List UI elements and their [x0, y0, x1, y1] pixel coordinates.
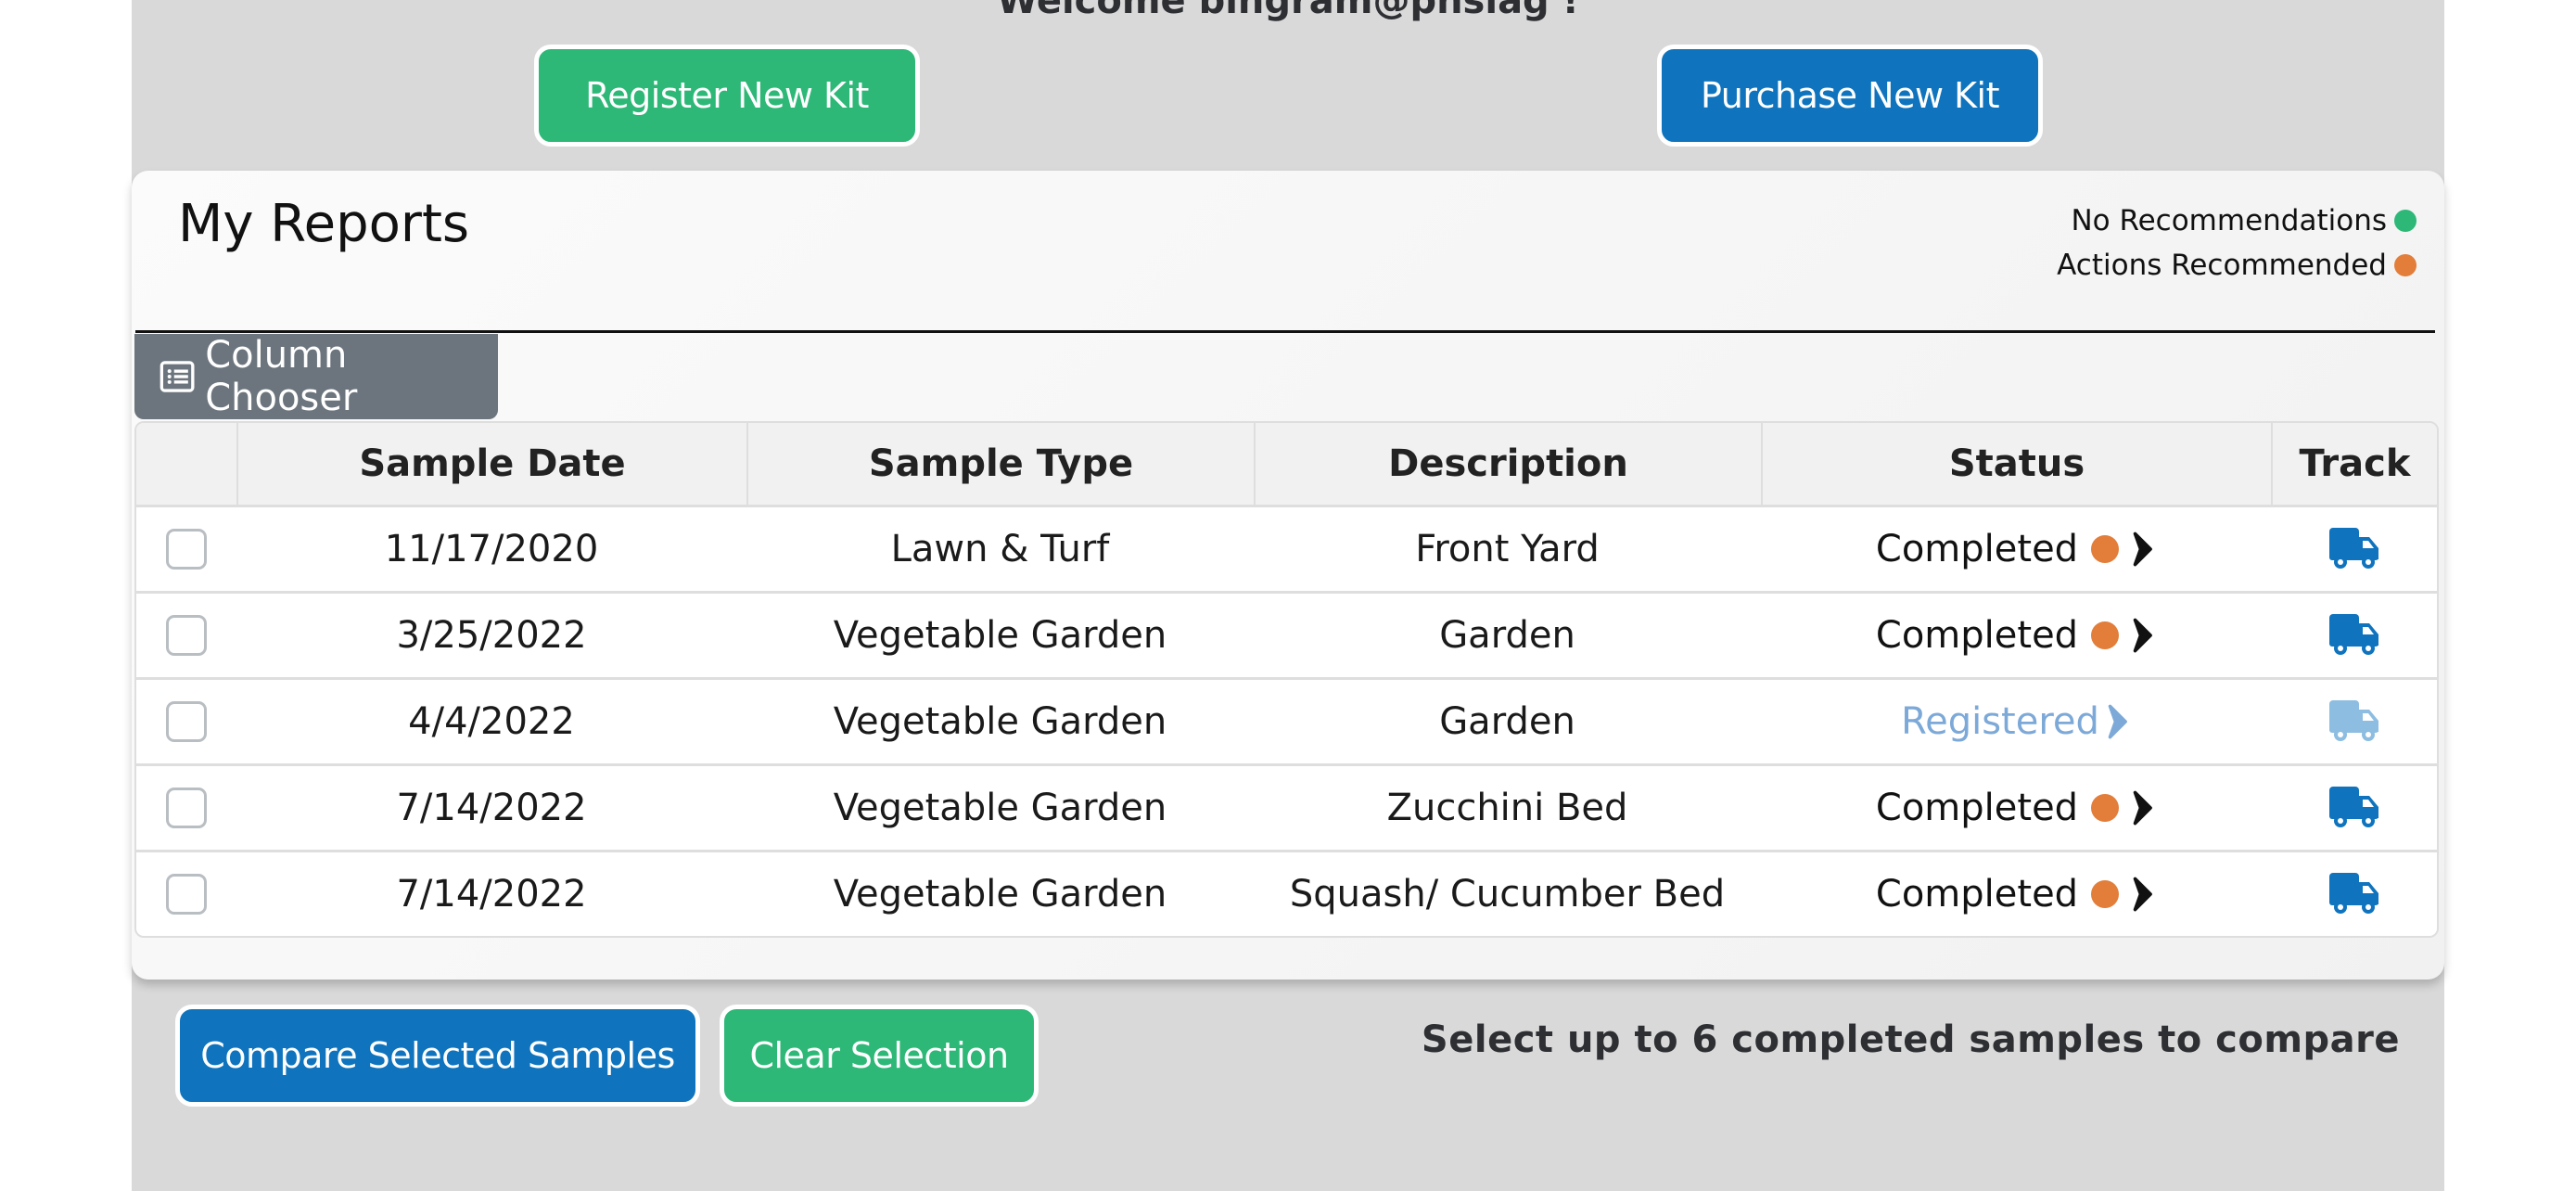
header-status[interactable]: Status [1761, 423, 2271, 505]
status-cell: Completed [1761, 766, 2271, 850]
orange-dot-icon [2091, 621, 2120, 649]
my-reports-card: My Reports No Recommendations Actions Re… [132, 171, 2444, 980]
legend-item-actions-recommended: Actions Recommended [2057, 243, 2417, 288]
table-header-row: Sample Date Sample Type Description Stat… [136, 423, 2437, 505]
welcome-text: Welcome bingram@phslag ! [997, 0, 1579, 22]
table-row: 4/4/2022 Vegetable Garden Garden Registe… [136, 677, 2437, 763]
status-cell: Completed [1761, 594, 2271, 677]
register-new-kit-button[interactable]: Register New Kit [534, 45, 920, 147]
sample-type-cell: Vegetable Garden [833, 873, 1167, 916]
track-cell [2271, 766, 2437, 850]
compare-selected-samples-button[interactable]: Compare Selected Samples [175, 1005, 700, 1107]
status-text: Completed [1875, 873, 2079, 916]
status-link[interactable]: Completed [1876, 873, 2156, 916]
row-checkbox[interactable] [166, 529, 207, 570]
legend-item-no-recommendations: No Recommendations [2057, 198, 2417, 243]
select-cell [136, 680, 236, 763]
status-text: Completed [1875, 614, 2079, 657]
status-link[interactable]: Registered [1901, 700, 2131, 743]
track-cell [2271, 680, 2437, 763]
main-content: Welcome bingram@phslag ! Register New Ki… [132, 0, 2444, 1191]
status-text: Completed [1875, 787, 2079, 829]
sample-type-cell: Vegetable Garden [833, 614, 1167, 657]
table-row: 7/14/2022 Vegetable Garden Squash/ Cucum… [136, 850, 2437, 936]
status-text: Registered [1901, 700, 2099, 743]
status-text: Completed [1875, 528, 2079, 570]
row-checkbox[interactable] [166, 874, 207, 915]
status-cell: Completed [1761, 507, 2271, 591]
purchase-new-kit-button[interactable]: Purchase New Kit [1657, 45, 2043, 147]
select-cell [136, 594, 236, 677]
sample-date-cell: 7/14/2022 [396, 787, 587, 829]
green-dot-icon [2394, 210, 2417, 232]
select-cell [136, 852, 236, 936]
clear-selection-button[interactable]: Clear Selection [720, 1005, 1039, 1107]
table-row: 3/25/2022 Vegetable Garden Garden Comple… [136, 591, 2437, 677]
truck-icon[interactable] [2328, 700, 2379, 743]
description-cell: Garden [1439, 700, 1575, 743]
track-cell [2271, 852, 2437, 936]
status-cell: Registered [1761, 680, 2271, 763]
table-row: 7/14/2022 Vegetable Garden Zucchini Bed … [136, 763, 2437, 850]
sample-type-cell: Lawn & Turf [890, 528, 1110, 570]
description-cell: Zucchini Bed [1386, 787, 1628, 829]
reports-table: Sample Date Sample Type Description Stat… [134, 421, 2439, 938]
sample-date-cell: 4/4/2022 [408, 700, 575, 743]
table-row: 11/17/2020 Lawn & Turf Front Yard Comple… [136, 505, 2437, 591]
truck-icon[interactable] [2328, 873, 2379, 916]
header-select [136, 423, 236, 505]
legend-label: Actions Recommended [2057, 249, 2387, 282]
row-checkbox[interactable] [166, 788, 207, 828]
description-cell: Squash/ Cucumber Bed [1289, 873, 1726, 916]
column-chooser-button[interactable]: Column Chooser [134, 334, 498, 419]
track-cell [2271, 594, 2437, 677]
legend-label: No Recommendations [2071, 204, 2387, 237]
sample-date-cell: 3/25/2022 [396, 614, 587, 657]
header-divider [135, 330, 2435, 333]
row-checkbox[interactable] [166, 701, 207, 742]
sample-type-cell: Vegetable Garden [833, 787, 1167, 829]
chevron-right-icon [2108, 704, 2127, 739]
truck-icon[interactable] [2328, 528, 2379, 570]
orange-dot-icon [2091, 880, 2120, 908]
sample-date-cell: 11/17/2020 [384, 528, 599, 570]
status-link[interactable]: Completed [1876, 787, 2156, 829]
truck-icon[interactable] [2328, 614, 2379, 657]
header-sample-date[interactable]: Sample Date [236, 423, 746, 505]
header-sample-type[interactable]: Sample Type [746, 423, 1254, 505]
chevron-right-icon [2133, 877, 2152, 912]
list-icon [159, 361, 195, 392]
description-cell: Front Yard [1415, 528, 1600, 570]
truck-icon[interactable] [2328, 787, 2379, 829]
legend: No Recommendations Actions Recommended [2057, 198, 2417, 288]
compare-hint: Select up to 6 completed samples to comp… [1421, 1018, 2400, 1061]
orange-dot-icon [2091, 535, 2120, 563]
status-link[interactable]: Completed [1876, 528, 2156, 570]
chevron-right-icon [2133, 790, 2152, 826]
select-cell [136, 507, 236, 591]
sample-date-cell: 7/14/2022 [396, 873, 587, 916]
orange-dot-icon [2091, 794, 2120, 822]
orange-dot-icon [2394, 254, 2417, 276]
header-track[interactable]: Track [2271, 423, 2437, 505]
column-chooser-label: Column Chooser [205, 334, 358, 419]
card-title: My Reports [178, 194, 470, 254]
select-cell [136, 766, 236, 850]
chevron-right-icon [2133, 531, 2152, 567]
status-cell: Completed [1761, 852, 2271, 936]
description-cell: Garden [1439, 614, 1575, 657]
status-link[interactable]: Completed [1876, 614, 2156, 657]
row-checkbox[interactable] [166, 615, 207, 656]
sample-type-cell: Vegetable Garden [833, 700, 1167, 743]
track-cell [2271, 507, 2437, 591]
chevron-right-icon [2133, 618, 2152, 653]
header-description[interactable]: Description [1254, 423, 1761, 505]
